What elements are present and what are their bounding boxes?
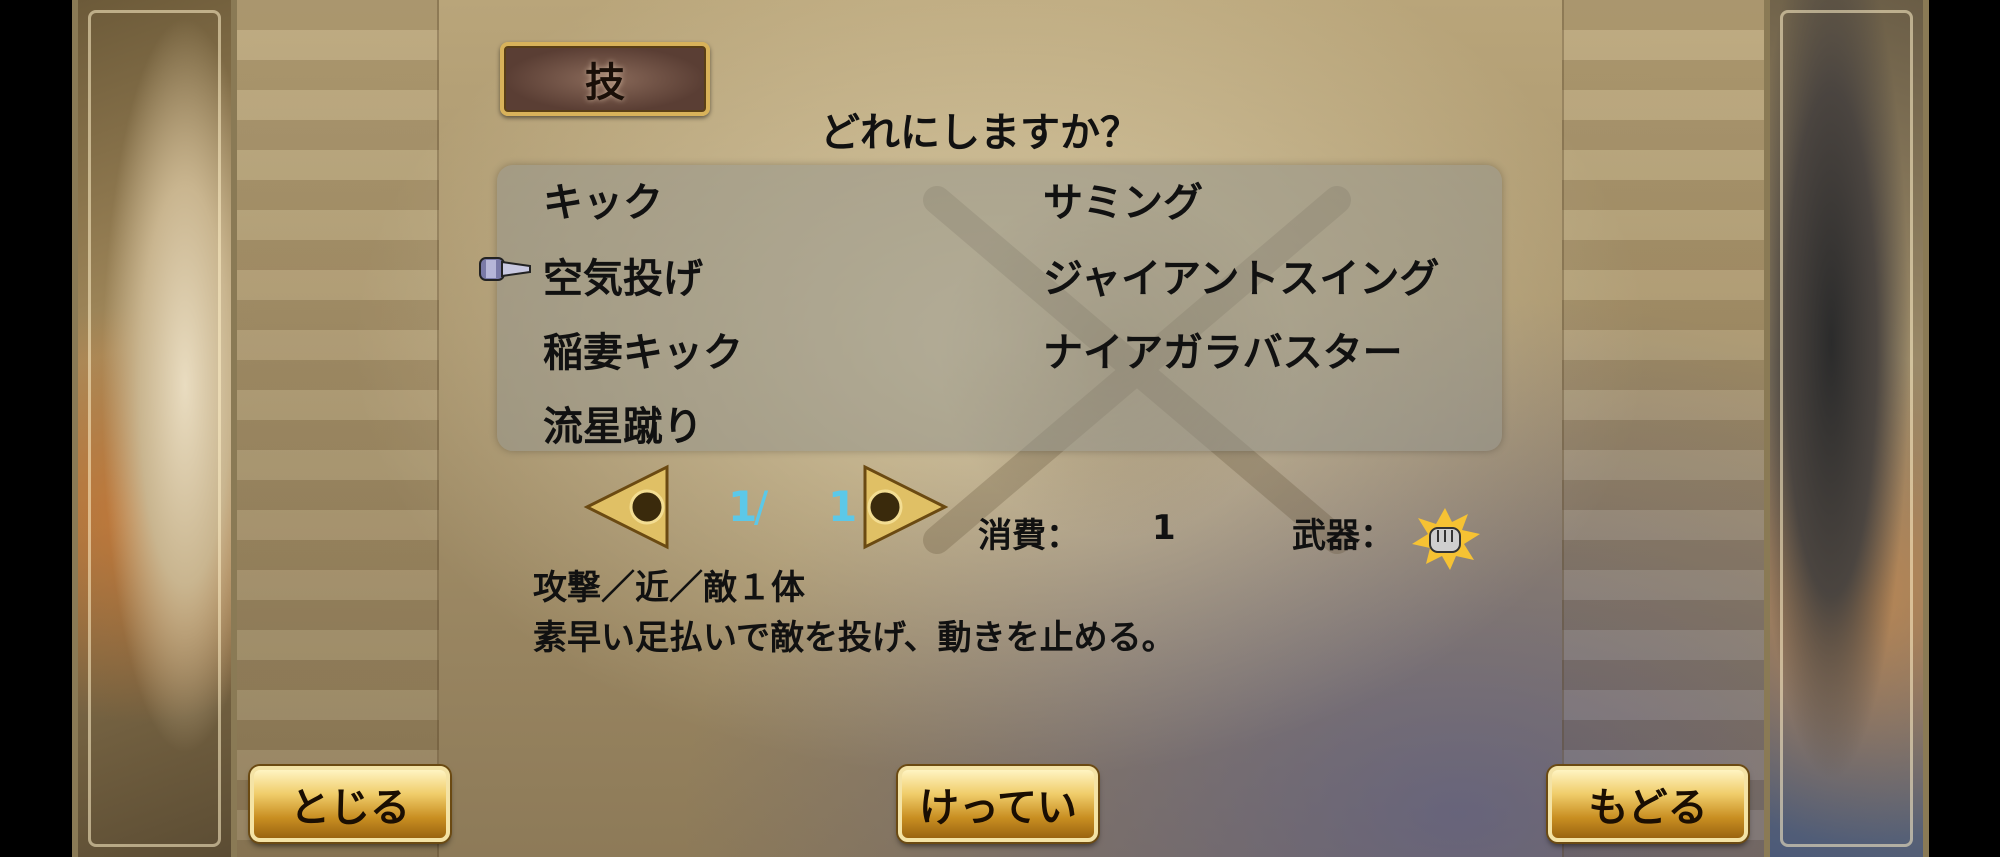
skill-item-kick[interactable]: キック	[543, 170, 663, 228]
ornament-border-left	[237, 0, 439, 857]
character-portrait-left	[72, 0, 237, 857]
character-portrait-right	[1764, 0, 1929, 857]
skill-description-type: 攻撃／近／敵１体	[533, 568, 805, 608]
back-button[interactable]: もどる	[1548, 766, 1748, 842]
fist-icon	[1412, 508, 1480, 570]
letterbox-left	[0, 0, 72, 857]
skill-item-thumbing[interactable]: サミング	[1043, 170, 1203, 228]
skill-description-text: 素早い足払いで敵を投げ、動きを止める。	[533, 618, 1176, 658]
prompt-text: どれにしますか？	[820, 110, 1140, 156]
title-plate: 技	[500, 42, 710, 116]
prev-page-arrow-icon[interactable]	[582, 462, 672, 552]
weapon-label: 武器：	[1292, 516, 1394, 556]
confirm-button[interactable]: けってい	[898, 766, 1098, 842]
page-separator: /	[754, 482, 769, 531]
skill-item-lightning-kick[interactable]: 稲妻キック	[543, 320, 743, 378]
pointing-hand-cursor-icon	[479, 257, 531, 281]
letterbox-right	[1926, 0, 2000, 857]
cost-value: 1	[1152, 508, 1176, 548]
cost-label: 消費：	[978, 516, 1080, 556]
page-current: 1	[728, 482, 758, 531]
skill-item-niagara-buster[interactable]: ナイアガラバスター	[1043, 320, 1403, 378]
skill-item-air-throw[interactable]: 空気投げ	[543, 246, 703, 304]
close-button[interactable]: とじる	[250, 766, 450, 842]
page-total: 1	[828, 482, 858, 531]
skill-item-meteor-kick[interactable]: 流星蹴り	[543, 394, 703, 452]
next-page-arrow-icon[interactable]	[860, 462, 950, 552]
skill-item-giant-swing[interactable]: ジャイアントスイング	[1043, 246, 1439, 304]
ornament-border-right	[1562, 0, 1764, 857]
panel-title: 技	[585, 60, 625, 106]
